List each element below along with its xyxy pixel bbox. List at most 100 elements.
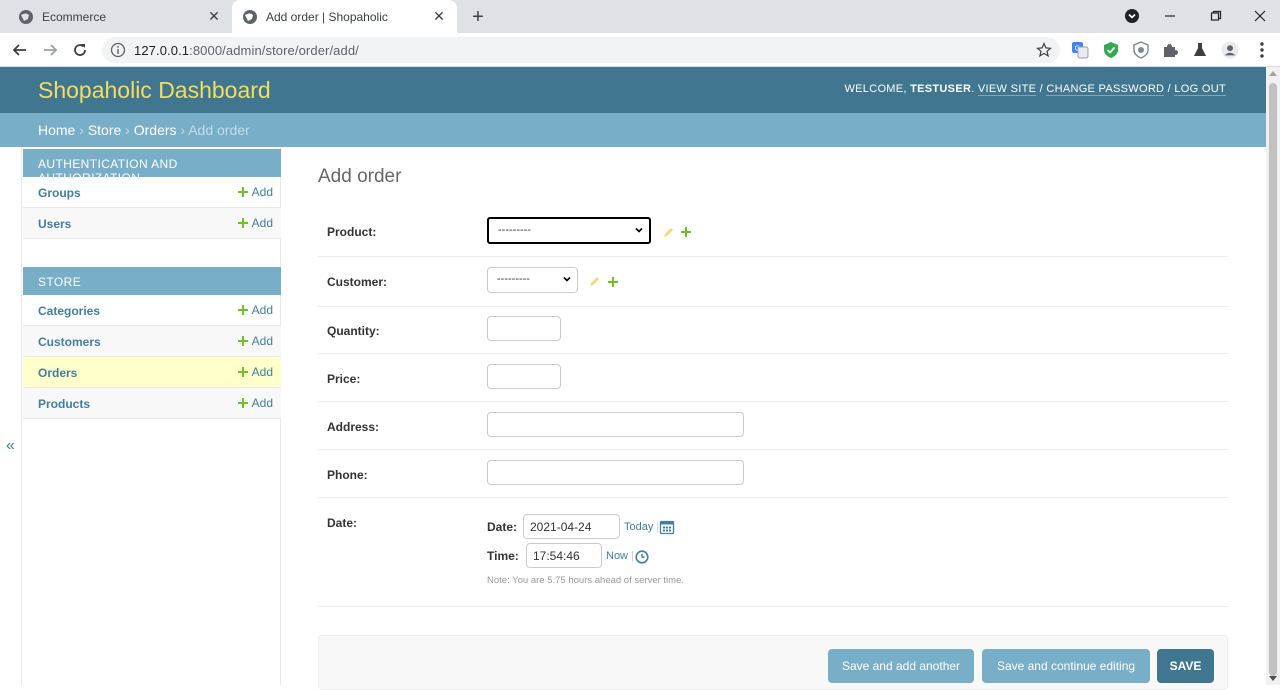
calendar-icon[interactable]	[659, 519, 675, 535]
add-related-customer-icon[interactable]	[608, 277, 618, 287]
form-row-phone: Phone:	[318, 450, 1228, 498]
url-path: :8000/admin/store/order/add/	[189, 43, 359, 58]
forward-arrow-icon[interactable]	[38, 38, 62, 62]
window-close-icon[interactable]	[1246, 4, 1274, 28]
add-related-product-icon[interactable]	[681, 227, 691, 237]
clock-icon[interactable]	[635, 550, 649, 564]
tab-title: Add order | Shopaholic	[266, 9, 388, 24]
form-row-date: Date:	[318, 498, 1228, 607]
save-and-continue-button[interactable]: Save and continue editing	[982, 649, 1150, 683]
submit-row: Save and add another Save and continue e…	[318, 635, 1228, 690]
svg-text:G: G	[1075, 45, 1080, 53]
breadcrumb-store[interactable]: Store	[88, 122, 121, 138]
browser-tab-add-order[interactable]: Add order | Shopaholic ✕	[232, 0, 457, 33]
add-plus-icon	[237, 305, 248, 315]
change-pencil-icon[interactable]	[588, 276, 600, 288]
add-label: Add	[251, 303, 273, 317]
timezone-help-text: Note: You are 5.75 hours ahead of server…	[487, 575, 684, 586]
close-icon[interactable]: ✕	[204, 7, 224, 27]
time-input[interactable]: 17:54:46	[526, 543, 602, 568]
separator: /	[1167, 83, 1172, 95]
save-button[interactable]: SAVE	[1157, 649, 1214, 683]
add-label: Add	[251, 365, 273, 379]
shortcut-separator: |	[631, 550, 634, 562]
change-pencil-icon[interactable]	[662, 227, 674, 239]
log-out-link[interactable]: Log out	[1174, 83, 1226, 96]
phone-label: Phone:	[327, 468, 368, 482]
quantity-input[interactable]	[487, 316, 561, 341]
product-select[interactable]: ---------	[487, 217, 651, 244]
bookmark-star-icon[interactable]	[1036, 42, 1052, 58]
breadcrumb-home[interactable]: Home	[38, 122, 75, 138]
flask-extension-icon[interactable]	[1191, 41, 1209, 59]
add-products-link[interactable]: Add	[237, 396, 273, 410]
reload-icon[interactable]	[68, 38, 92, 62]
new-tab-plus-icon[interactable]: +	[466, 5, 490, 29]
close-icon[interactable]: ✕	[429, 7, 449, 27]
address-bar[interactable]: 127.0.0.1:8000/admin/store/order/add/	[102, 37, 1060, 63]
puzzle-extensions-icon[interactable]	[1161, 41, 1179, 59]
model-link-users[interactable]: Users	[38, 217, 71, 231]
breadcrumb-orders[interactable]: Orders	[134, 122, 177, 138]
add-plus-icon	[237, 398, 248, 408]
module-caption-auth[interactable]: Authentication and Authorization	[23, 149, 281, 185]
product-label: Product:	[327, 225, 377, 239]
tab-search-icon[interactable]	[1118, 4, 1146, 28]
minimize-icon[interactable]	[1156, 4, 1184, 28]
scrollbar-thumb[interactable]	[1269, 83, 1277, 676]
restore-icon[interactable]	[1202, 4, 1230, 28]
add-plus-icon	[237, 187, 248, 197]
change-password-link[interactable]: Change password	[1046, 83, 1165, 96]
save-and-add-another-button[interactable]: Save and add another	[828, 649, 974, 683]
now-link[interactable]: Now	[606, 550, 628, 562]
price-input[interactable]	[487, 364, 561, 389]
sidebar-item-users: Users Add	[23, 208, 281, 239]
form-row-price: Price:	[318, 354, 1228, 402]
add-users-link[interactable]: Add	[237, 216, 273, 230]
module-caption-store[interactable]: Store	[23, 267, 281, 295]
model-link-products[interactable]: Products	[38, 397, 90, 411]
collapse-sidebar-toggle[interactable]: «	[6, 437, 15, 455]
sidebar-collapse-bar[interactable]: «	[0, 147, 22, 685]
model-link-categories[interactable]: Categories	[38, 304, 100, 318]
today-link[interactable]: Today	[624, 521, 653, 533]
model-link-groups[interactable]: Groups	[38, 186, 81, 200]
customer-select-value: ---------	[497, 273, 530, 285]
site-brand[interactable]: Shopaholic Dashboard	[38, 77, 271, 104]
product-select-value: ---------	[498, 224, 531, 236]
page-scrollbar[interactable]	[1266, 67, 1280, 685]
scroll-up-arrow-icon[interactable]	[1269, 71, 1277, 76]
add-plus-icon	[237, 336, 248, 346]
info-icon[interactable]	[110, 42, 126, 58]
add-label: Add	[251, 216, 273, 230]
add-groups-link[interactable]: Add	[237, 185, 273, 199]
profile-avatar-icon[interactable]	[1221, 41, 1239, 59]
globe-icon	[19, 9, 33, 24]
customer-select[interactable]: ---------	[487, 267, 578, 293]
browser-tab-ecommerce[interactable]: Ecommerce ✕	[8, 0, 232, 33]
add-label: Add	[251, 334, 273, 348]
address-input[interactable]	[487, 412, 744, 437]
chevron-down-icon	[635, 227, 643, 233]
add-plus-icon	[237, 218, 248, 228]
model-link-orders[interactable]: Orders	[38, 366, 77, 380]
page-title: Add order	[318, 166, 402, 187]
time-shortcuts: Now |	[606, 550, 634, 562]
translate-extension-icon[interactable]: G	[1071, 41, 1089, 59]
shield-check-extension-icon[interactable]	[1102, 41, 1120, 59]
scroll-down-arrow-icon[interactable]	[1269, 676, 1277, 681]
model-link-customers[interactable]: Customers	[38, 335, 101, 349]
add-orders-link[interactable]: Add	[237, 365, 273, 379]
kebab-menu-icon[interactable]	[1253, 41, 1271, 59]
date-input[interactable]: 2021-04-24	[523, 514, 620, 539]
form-row-quantity: Quantity:	[318, 307, 1228, 354]
phone-input[interactable]	[487, 460, 744, 485]
back-arrow-icon[interactable]	[8, 38, 32, 62]
view-site-link[interactable]: View site	[977, 83, 1037, 96]
sidebar-item-products: Products Add	[23, 388, 281, 419]
shield-extension-icon[interactable]	[1132, 41, 1150, 59]
add-customers-link[interactable]: Add	[237, 334, 273, 348]
breadcrumb: Home › Store › Orders › Add order	[0, 113, 1266, 147]
add-categories-link[interactable]: Add	[237, 303, 273, 317]
customer-label: Customer:	[327, 275, 388, 289]
